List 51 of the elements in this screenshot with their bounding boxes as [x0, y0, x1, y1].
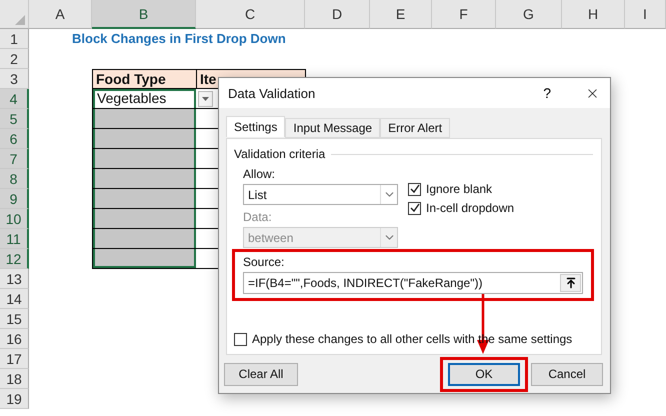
- column-header[interactable]: C: [196, 0, 305, 29]
- row-header[interactable]: 8: [0, 169, 29, 189]
- row-header[interactable]: 6: [0, 129, 29, 149]
- row-header[interactable]: 19: [0, 389, 29, 409]
- column-header[interactable]: G: [496, 0, 562, 29]
- row-header[interactable]: 10: [0, 209, 29, 229]
- row-header[interactable]: 9: [0, 189, 29, 209]
- field-label: Source:: [243, 255, 284, 269]
- section-label: Validation criteria: [234, 147, 326, 161]
- tab[interactable]: Error Alert: [380, 118, 450, 138]
- field-label: Data:: [243, 210, 273, 224]
- field-label: Allow:: [243, 167, 276, 181]
- column-header[interactable]: D: [305, 0, 370, 29]
- row-header[interactable]: 4: [0, 89, 29, 109]
- row-header[interactable]: 12: [0, 249, 29, 269]
- upload-arrow-icon: [564, 277, 576, 289]
- table-cell: Vegetables: [92, 89, 196, 109]
- row-header[interactable]: 3: [0, 69, 29, 89]
- checkbox[interactable]: [234, 332, 247, 346]
- row-header[interactable]: 11: [0, 229, 29, 249]
- row-header[interactable]: 2: [0, 49, 29, 69]
- row-header[interactable]: 13: [0, 269, 29, 289]
- row-header[interactable]: 5: [0, 109, 29, 129]
- column-header[interactable]: A: [29, 0, 92, 29]
- checkbox[interactable]: [408, 182, 421, 196]
- checkbox-label: In-cell dropdown: [426, 201, 514, 215]
- row-header[interactable]: 15: [0, 309, 29, 329]
- checkbox-label: Ignore blank: [426, 182, 492, 196]
- row-header[interactable]: 7: [0, 149, 29, 169]
- row-header[interactable]: 1: [0, 29, 29, 49]
- tab[interactable]: Settings: [226, 116, 286, 137]
- collapse-button[interactable]: [560, 274, 581, 292]
- row-header[interactable]: 14: [0, 289, 29, 309]
- column-heading: Food Type: [92, 69, 197, 89]
- column-header[interactable]: B: [92, 0, 196, 29]
- row-header[interactable]: 17: [0, 349, 29, 369]
- row-header[interactable]: 16: [0, 329, 29, 349]
- dialog-button[interactable]: Clear All: [224, 362, 298, 386]
- checkbox[interactable]: [408, 202, 421, 214]
- column-header[interactable]: F: [432, 0, 496, 29]
- column-header[interactable]: H: [562, 0, 625, 29]
- dropdown-field[interactable]: List: [243, 184, 398, 205]
- column-header[interactable]: I: [625, 0, 666, 29]
- tab[interactable]: Input Message: [285, 118, 380, 138]
- sheet-title: Block Changes in First Drop Down: [72, 30, 286, 48]
- row-header[interactable]: 18: [0, 369, 29, 389]
- source-field[interactable]: =IF(B4="",Foods, INDIRECT("FakeRange")): [243, 272, 583, 294]
- column-header[interactable]: E: [370, 0, 432, 29]
- dialog-button[interactable]: Cancel: [531, 362, 603, 386]
- help-button[interactable]: ?: [539, 85, 555, 101]
- dialog-button[interactable]: OK: [448, 362, 520, 386]
